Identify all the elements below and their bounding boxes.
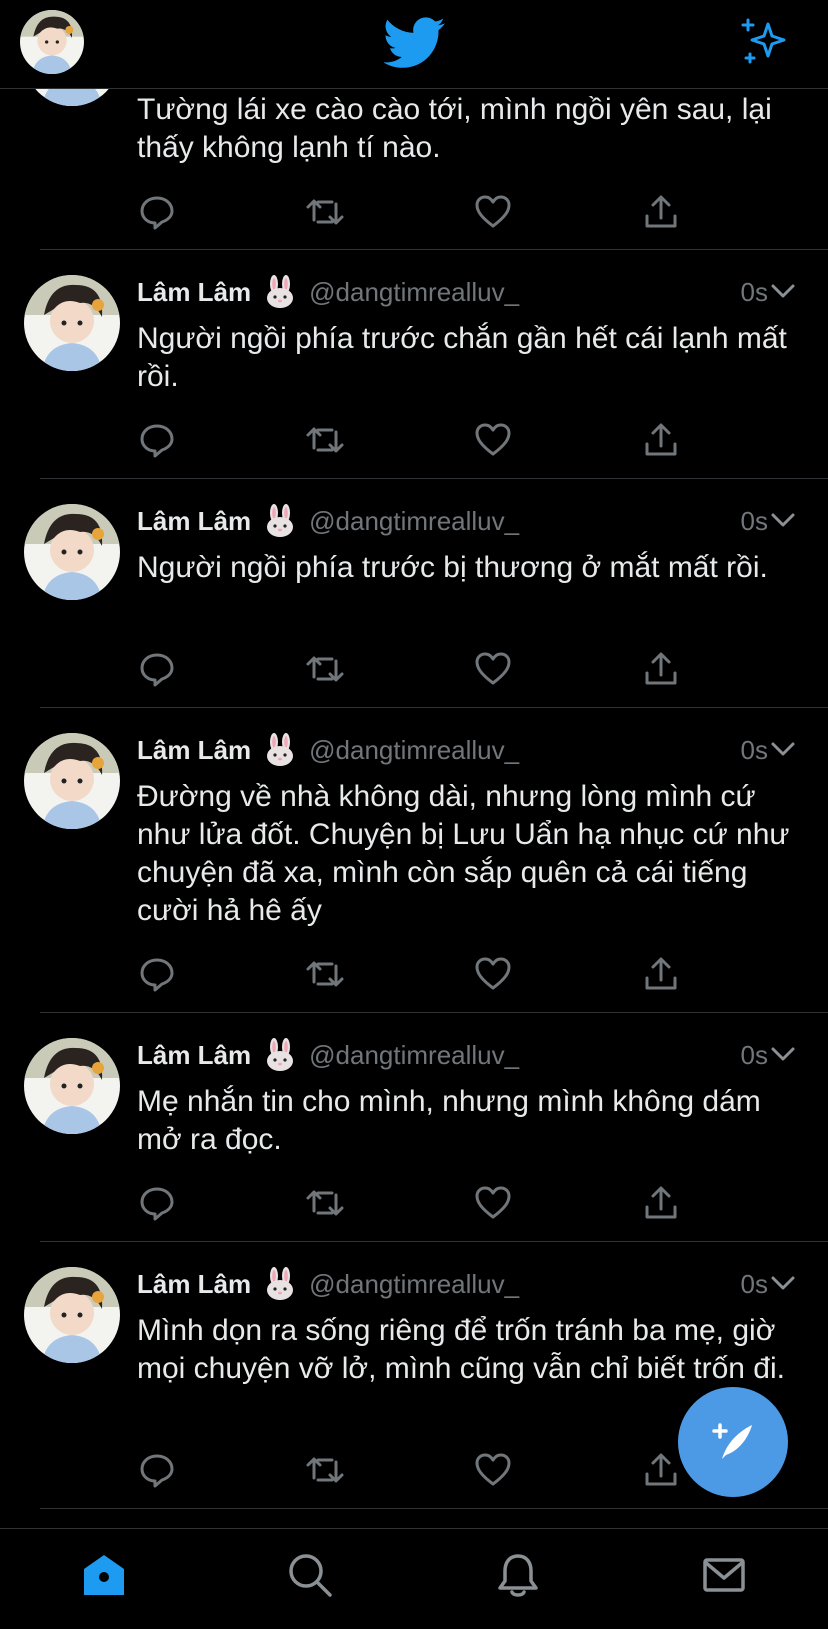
tweet-header: Lâm Lâm @dangtimrealluv_ xyxy=(137,275,519,309)
share-icon[interactable] xyxy=(641,1450,681,1490)
reply-icon[interactable] xyxy=(137,192,177,232)
avatar[interactable] xyxy=(24,275,120,371)
tweet-text: Mẹ nhắn tin cho mình, nhưng mình không d… xyxy=(137,1085,761,1156)
tweet-text: Người ngồi phía trước chắn gần hết cái l… xyxy=(137,322,787,393)
display-name[interactable]: Lâm Lâm xyxy=(137,735,251,766)
reply-icon[interactable] xyxy=(137,954,177,994)
display-name[interactable]: Lâm Lâm xyxy=(137,1269,251,1300)
chevron-down-icon[interactable] xyxy=(770,1038,796,1072)
tweet-actions xyxy=(137,420,697,460)
tweet[interactable]: Lâm Lâm @dangtimrealluv_ 0s Mẹ nhắn tin … xyxy=(0,1013,828,1242)
reply-icon[interactable] xyxy=(137,1183,177,1223)
display-name[interactable]: Lâm Lâm xyxy=(137,506,251,537)
handle: @dangtimrealluv_ xyxy=(309,1268,520,1299)
chevron-down-icon[interactable] xyxy=(770,1267,796,1301)
tweet-actions xyxy=(137,1450,697,1490)
search-icon[interactable] xyxy=(286,1551,334,1599)
like-icon[interactable] xyxy=(473,420,513,460)
profile-avatar[interactable] xyxy=(20,10,84,74)
handle: @dangtimrealluv_ xyxy=(309,734,520,765)
avatar[interactable] xyxy=(24,733,120,829)
chevron-down-icon[interactable] xyxy=(770,275,796,309)
retweet-icon[interactable] xyxy=(305,420,345,460)
reply-icon[interactable] xyxy=(137,420,177,460)
retweet-icon[interactable] xyxy=(305,1183,345,1223)
home-icon[interactable] xyxy=(80,1551,128,1599)
tweet[interactable]: Lâm Lâm @dangtimrealluv_ 0s Đường về nhà… xyxy=(0,708,828,1013)
timestamp: 0s xyxy=(740,735,768,765)
timestamp: 0s xyxy=(740,277,768,307)
share-icon[interactable] xyxy=(641,1183,681,1223)
bottom-navigation xyxy=(0,1528,828,1629)
tweet-text: Đường về nhà không dài, nhưng lòng mình … xyxy=(137,780,790,927)
messages-icon[interactable] xyxy=(700,1551,748,1599)
like-icon[interactable] xyxy=(473,1183,513,1223)
reply-icon[interactable] xyxy=(137,649,177,689)
like-icon[interactable] xyxy=(473,649,513,689)
bunny-emoji-icon xyxy=(267,275,294,308)
timestamp: 0s xyxy=(740,1040,768,1070)
chevron-down-icon[interactable] xyxy=(770,504,796,538)
avatar[interactable] xyxy=(24,1038,120,1134)
timestamp: 0s xyxy=(740,1269,768,1299)
display-name[interactable]: Lâm Lâm xyxy=(137,1040,251,1071)
tweet-text: Người ngồi phía trước bị thương ở mắt mấ… xyxy=(137,551,768,584)
avatar[interactable] xyxy=(24,504,120,600)
tweet[interactable]: Lâm Lâm @dangtimrealluv_ 0s Người ngồi p… xyxy=(0,479,828,708)
retweet-icon[interactable] xyxy=(305,954,345,994)
tweet-text: Mình dọn ra sống riêng để trốn tránh ba … xyxy=(137,1314,785,1385)
tweet-actions xyxy=(137,1183,697,1223)
bunny-emoji-icon xyxy=(267,733,294,766)
tweet-text: Tường lái xe cào cào tới, mình ngồi yên … xyxy=(137,93,772,164)
tweet-header: Lâm Lâm @dangtimrealluv_ xyxy=(137,1038,519,1072)
tweet-actions xyxy=(137,649,697,689)
share-icon[interactable] xyxy=(641,954,681,994)
tweet-actions xyxy=(137,192,697,232)
tweet-header: Lâm Lâm @dangtimrealluv_ xyxy=(137,1267,519,1301)
display-name[interactable]: Lâm Lâm xyxy=(137,277,251,308)
top-bar xyxy=(0,0,828,89)
handle: @dangtimrealluv_ xyxy=(309,1039,520,1070)
timestamp: 0s xyxy=(740,506,768,536)
share-icon[interactable] xyxy=(641,192,681,232)
tweet-actions xyxy=(137,954,697,994)
divider xyxy=(40,1508,828,1509)
compose-tweet-button[interactable] xyxy=(678,1387,788,1497)
share-icon[interactable] xyxy=(641,420,681,460)
like-icon[interactable] xyxy=(473,192,513,232)
bunny-emoji-icon xyxy=(267,1038,294,1071)
twitter-bird-icon[interactable] xyxy=(384,16,446,70)
retweet-icon[interactable] xyxy=(305,649,345,689)
notifications-icon[interactable] xyxy=(494,1551,542,1599)
tweet[interactable]: Lâm Lâm @dangtimrealluv_ 0s Người ngồi p… xyxy=(0,250,828,479)
chevron-down-icon[interactable] xyxy=(770,733,796,767)
compose-tweet-icon xyxy=(712,1423,752,1459)
like-icon[interactable] xyxy=(473,1450,513,1490)
share-icon[interactable] xyxy=(641,649,681,689)
timeline-feed: Tường lái xe cào cào tới, mình ngồi yên … xyxy=(0,0,828,1528)
bunny-emoji-icon xyxy=(267,504,294,537)
retweet-icon[interactable] xyxy=(305,1450,345,1490)
avatar[interactable] xyxy=(24,1267,120,1363)
handle: @dangtimrealluv_ xyxy=(309,276,520,307)
sparkle-icon[interactable] xyxy=(738,16,790,68)
bunny-emoji-icon xyxy=(267,1267,294,1300)
tweet-header: Lâm Lâm @dangtimrealluv_ xyxy=(137,733,519,767)
retweet-icon[interactable] xyxy=(305,192,345,232)
reply-icon[interactable] xyxy=(137,1450,177,1490)
tweet-header: Lâm Lâm @dangtimrealluv_ xyxy=(137,504,519,538)
like-icon[interactable] xyxy=(473,954,513,994)
handle: @dangtimrealluv_ xyxy=(309,505,520,536)
